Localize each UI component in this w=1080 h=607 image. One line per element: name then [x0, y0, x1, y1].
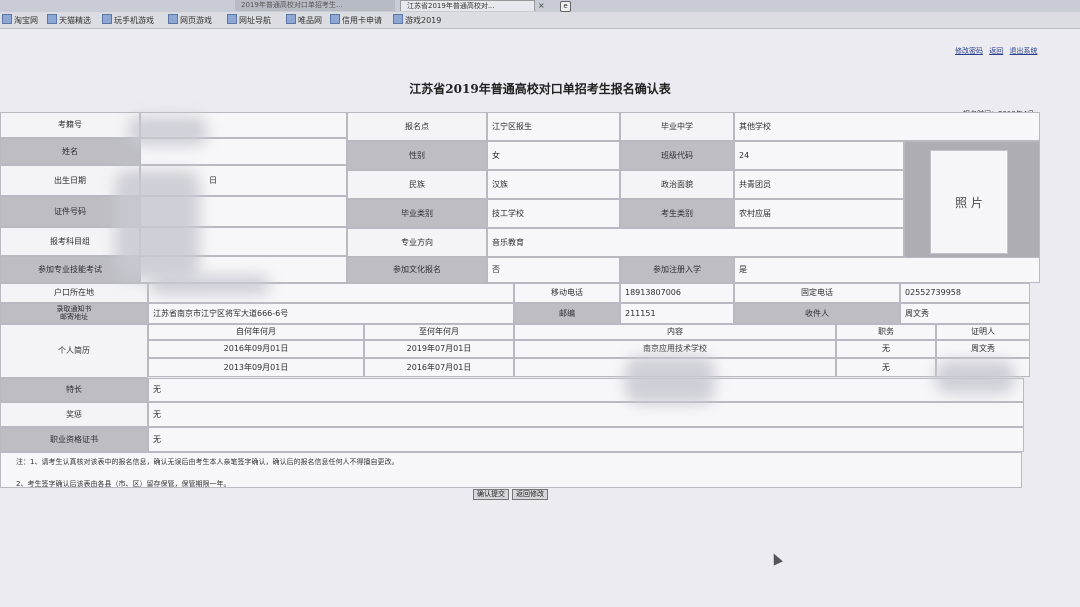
- favorite-label: 玩手机游戏: [114, 16, 154, 25]
- favorites-bar: 淘宝网 天猫精选 玩手机游戏 网页游戏 网址导航 唯品网 信用卡申请 游戏201…: [0, 12, 1080, 29]
- favorite-icon: [2, 14, 12, 24]
- back-link[interactable]: 返回: [989, 47, 1003, 55]
- favorite-link[interactable]: 淘宝网: [2, 14, 38, 27]
- label-specialty: 特长: [0, 378, 148, 402]
- label-major: 专业方向: [347, 228, 487, 257]
- resume-cell-to: 2016年07月01日: [364, 358, 514, 377]
- browser-tab-active[interactable]: 江苏省2019年普通高校对...: [400, 0, 535, 11]
- label-grad-type: 毕业类别: [347, 199, 487, 228]
- privacy-blur: [150, 275, 270, 295]
- resume-header-position: 职务: [836, 324, 936, 340]
- value-gender: 女: [487, 141, 620, 170]
- label-school-code: 班级代码: [620, 141, 734, 170]
- logout-link[interactable]: 退出系统: [1009, 47, 1037, 55]
- favorite-label: 信用卡申请: [342, 16, 382, 25]
- confirm-submit-button[interactable]: 确认提交: [473, 489, 509, 500]
- favorite-link[interactable]: 天猫精选: [47, 14, 91, 27]
- return-modify-button[interactable]: 返回修改: [512, 489, 548, 500]
- value-school: 其他学校: [734, 112, 1040, 141]
- favorite-label: 游戏2019: [405, 16, 442, 25]
- label-recipient: 收件人: [734, 303, 900, 324]
- resume-header-from: 自何年何月: [148, 324, 364, 340]
- value-school-code: 24: [734, 141, 904, 170]
- photo-placeholder: 照 片: [930, 150, 1008, 254]
- favorite-icon: [47, 14, 57, 24]
- favorite-link[interactable]: 信用卡申请: [330, 14, 382, 27]
- value-reg-enroll: 是: [734, 257, 1040, 283]
- value-mobile: 18913807006: [620, 283, 734, 303]
- label-political: 政治面貌: [620, 170, 734, 199]
- value-phone: 02552739958: [900, 283, 1030, 303]
- favorite-link[interactable]: 游戏2019: [393, 14, 441, 27]
- label-school: 毕业中学: [620, 112, 734, 141]
- browser-tab[interactable]: 2019年普通高校对口单招考生...: [235, 0, 395, 11]
- privacy-blur: [625, 356, 715, 404]
- note-line: 2、考生签字确认后该表由各县（市、区）留存保管，保管期限一年。: [16, 480, 231, 488]
- resume-header-content: 内容: [514, 324, 836, 340]
- value-culture: 否: [487, 257, 620, 283]
- resume-cell-position: 无: [836, 340, 936, 358]
- resume-cell-witness: 周文秀: [936, 340, 1030, 358]
- privacy-blur: [128, 116, 208, 146]
- favorite-icon: [102, 14, 112, 24]
- value-political: 共青团员: [734, 170, 904, 199]
- label-site: 报名点: [347, 112, 487, 141]
- favorite-icon: [330, 14, 340, 24]
- favorite-label: 淘宝网: [14, 16, 38, 25]
- label-phone: 固定电话: [734, 283, 900, 303]
- resume-header-to: 至何年何月: [364, 324, 514, 340]
- label-hukou: 户口所在地: [0, 283, 148, 303]
- label-culture: 参加文化报名: [347, 257, 487, 283]
- label-postcode: 邮编: [514, 303, 620, 324]
- value-student-type: 农村应届: [734, 199, 904, 228]
- label-exam-no: 考籍号: [0, 112, 140, 138]
- label-resume: 个人简历: [0, 324, 148, 378]
- value-grad-type: 技工学校: [487, 199, 620, 228]
- label-awards: 奖惩: [0, 402, 148, 427]
- favorite-link[interactable]: 网址导航: [227, 14, 271, 27]
- label-reg-enroll: 参加注册入学: [620, 257, 734, 283]
- resume-cell-position: 无: [836, 358, 936, 377]
- resume-header-witness: 证明人: [936, 324, 1030, 340]
- value-mail-address: 江苏省南京市江宁区将军大道666-6号: [148, 303, 514, 324]
- favorite-icon: [227, 14, 237, 24]
- resume-cell-from: 2016年09月01日: [148, 340, 364, 358]
- favorite-link[interactable]: 玩手机游戏: [102, 14, 154, 27]
- value-ethnic: 汉族: [487, 170, 620, 199]
- favorite-icon: [286, 14, 296, 24]
- favorite-label: 唯品网: [298, 16, 322, 25]
- label-mobile: 移动电话: [514, 283, 620, 303]
- privacy-blur: [935, 360, 1015, 394]
- value-recipient: 周文秀: [900, 303, 1030, 324]
- value-site: 江宁区报生: [487, 112, 620, 141]
- change-password-link[interactable]: 修改密码: [955, 47, 983, 55]
- favorite-link[interactable]: 网页游戏: [168, 14, 212, 27]
- favorite-link[interactable]: 唯品网: [286, 14, 322, 27]
- resume-cell-to: 2019年07月01日: [364, 340, 514, 358]
- label-ethnic: 民族: [347, 170, 487, 199]
- label-gender: 性别: [347, 141, 487, 170]
- favorite-label: 天猫精选: [59, 16, 91, 25]
- favorite-label: 网址导航: [239, 16, 271, 25]
- value-major: 音乐教育: [487, 228, 904, 257]
- label-certs: 职业资格证书: [0, 427, 148, 452]
- new-tab-icon[interactable]: e: [560, 1, 571, 12]
- top-links: 修改密码 返回 退出系统: [955, 46, 1041, 56]
- value-postcode: 211151: [620, 303, 734, 324]
- favorite-icon: [168, 14, 178, 24]
- page-title: 江苏省2019年普通高校对口单招考生报名确认表: [409, 82, 671, 96]
- value-awards: 无: [148, 402, 1024, 427]
- value-specialty: 无: [148, 378, 1024, 402]
- close-tab-icon[interactable]: ×: [538, 0, 545, 11]
- favorite-label: 网页游戏: [180, 16, 212, 25]
- note-line: 注：1、请考生认真核对该表中的报名信息，确认无误后由考生本人亲笔签字确认，确认后…: [16, 458, 399, 466]
- label-mail-address: 录取通知书 邮寄地址: [0, 303, 148, 324]
- favorite-icon: [393, 14, 403, 24]
- value-certs: 无: [148, 427, 1024, 452]
- label-student-type: 考生类别: [620, 199, 734, 228]
- privacy-blur: [115, 170, 200, 280]
- resume-cell-from: 2013年09月01日: [148, 358, 364, 377]
- label-name: 姓名: [0, 138, 140, 165]
